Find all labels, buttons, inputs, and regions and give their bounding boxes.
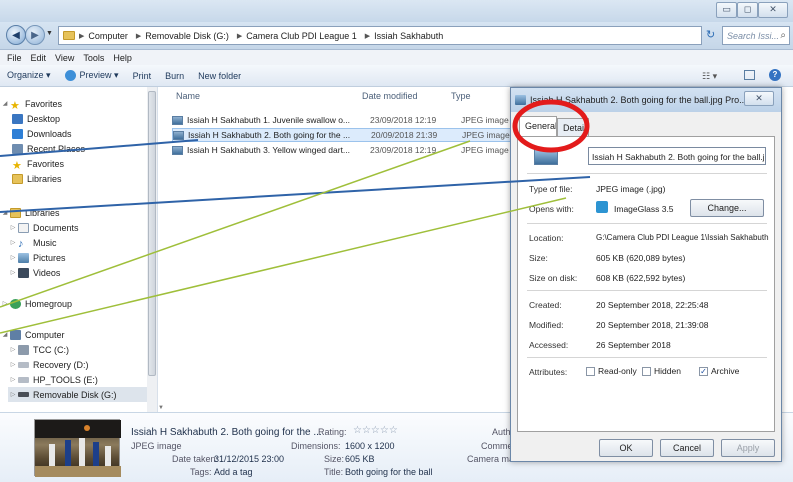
annotation-line-green [0,197,567,334]
annotation-circle-red [512,99,590,153]
annotation-line-blue [0,139,199,157]
annotation-overlay [0,99,591,334]
annotation-line-green [0,140,471,308]
annotation-line-blue [0,176,591,213]
